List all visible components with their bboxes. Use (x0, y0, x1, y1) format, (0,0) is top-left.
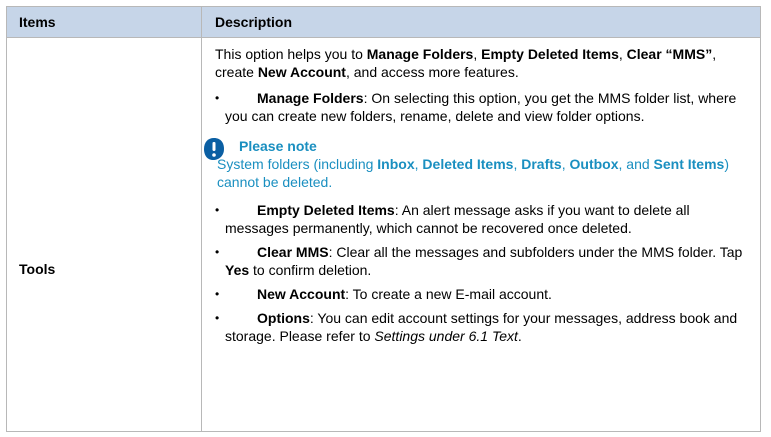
note-title: Please note (239, 138, 317, 154)
feature-table: Items Description Tools This option help… (6, 6, 761, 432)
row-item-label: Tools (19, 261, 56, 277)
please-note: Please note System folders (including In… (204, 137, 753, 191)
bullet-new-account: • New Account: To create a new E-mail acc… (215, 286, 552, 302)
bullet-manage-folders: • Manage Folders: On selecting this optio… (215, 90, 737, 124)
header-items: Items (19, 14, 56, 30)
exclamation-icon (203, 137, 225, 165)
row-description: This option helps you to Manage Folders,… (204, 45, 753, 351)
bullet-dot: • (215, 91, 220, 105)
note-text: System folders (including Inbox, Deleted… (217, 156, 730, 190)
bullet-empty-deleted-items: • Empty Deleted Items: An alert message a… (215, 202, 690, 236)
column-divider (201, 7, 202, 431)
bullet-clear-mms: • Clear MMS: Clear all the messages and s… (215, 244, 743, 278)
table-header-row: Items Description (7, 7, 760, 38)
header-description: Description (215, 14, 293, 30)
bullet-options: • Options: You can edit account settings … (215, 310, 738, 344)
intro-paragraph: This option helps you to Manage Folders,… (215, 46, 717, 80)
